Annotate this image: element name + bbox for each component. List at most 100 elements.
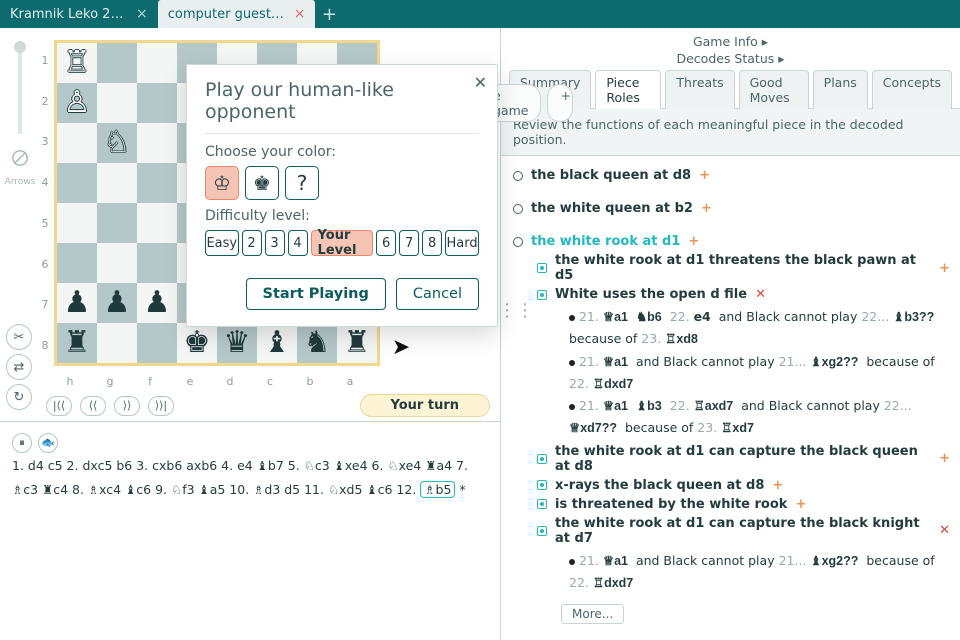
modal-title: Play our human-like opponent: [205, 79, 479, 134]
square-g8[interactable]: [97, 323, 137, 363]
difficulty-3[interactable]: 3: [265, 230, 285, 256]
difficulty-easy[interactable]: Easy: [205, 230, 239, 256]
square-g5[interactable]: [97, 203, 137, 243]
expand-icon[interactable]: +: [699, 168, 710, 183]
expand-icon[interactable]: +: [688, 234, 699, 249]
arrows-label: Arrows: [5, 178, 36, 187]
nav-first[interactable]: |⟨⟨: [46, 396, 72, 416]
expand-icon[interactable]: +: [772, 478, 783, 493]
tab-concepts[interactable]: Concepts: [872, 70, 952, 109]
piece-roles-tree[interactable]: the black queen at d8 + the white queen …: [501, 156, 960, 640]
fish-icon[interactable]: 🐟: [38, 433, 58, 453]
tab-plans[interactable]: Plans: [813, 70, 868, 109]
square-h6[interactable]: [57, 243, 97, 283]
square-g6[interactable]: [97, 243, 137, 283]
expand-icon[interactable]: +: [939, 451, 950, 466]
nav-prev[interactable]: ⟨⟨: [80, 396, 106, 416]
nav-last[interactable]: ⟩⟩|: [148, 396, 174, 416]
add-tab-button[interactable]: +: [315, 0, 343, 28]
column-resize-handle[interactable]: ⋮⋮: [498, 300, 534, 321]
close-icon[interactable]: ✕: [474, 73, 487, 92]
difficulty-4[interactable]: 4: [288, 230, 308, 256]
moves-text: 1. d4 c5 2. dxc5 b6 3. cxb6 axb6 4. e4 ♝…: [12, 458, 468, 497]
current-move[interactable]: ♗b5: [420, 481, 455, 498]
collapse-icon[interactable]: ✕: [939, 523, 950, 538]
square-f3[interactable]: [137, 123, 177, 163]
no-arrows-icon[interactable]: [8, 146, 32, 170]
node-open-d-file[interactable]: White uses the open d file: [555, 287, 747, 302]
square-h2[interactable]: ♙: [57, 83, 97, 123]
variation-line: 21. ♕a1 and Black cannot play 21... ♝xg2…: [569, 550, 950, 595]
node-threatens-d5[interactable]: the white rook at d1 threatens the black…: [555, 253, 931, 283]
node-xrays-queen[interactable]: x-rays the black queen at d8: [555, 478, 764, 493]
square-h4[interactable]: [57, 163, 97, 203]
collapse-icon[interactable]: ✕: [755, 287, 766, 302]
start-playing-button[interactable]: Start Playing: [246, 278, 386, 310]
decodes-status-link[interactable]: Decodes Status ▸: [676, 51, 784, 66]
square-g2[interactable]: [97, 83, 137, 123]
expand-icon[interactable]: +: [939, 261, 950, 276]
color-random[interactable]: ?: [285, 166, 319, 200]
pause-icon[interactable]: ⏸: [12, 433, 32, 453]
square-g4[interactable]: [97, 163, 137, 203]
right-header: Game Info ▸ Decodes Status ▸: [501, 28, 960, 70]
tab-piece-roles[interactable]: Piece Roles: [595, 70, 661, 109]
node-capture-queen[interactable]: the white rook at d1 can capture the bla…: [555, 444, 931, 474]
square-f1[interactable]: [137, 43, 177, 83]
node-white-rook-d1[interactable]: the white rook at d1: [531, 234, 680, 249]
cursor-icon: ➤: [392, 335, 410, 360]
square-f2[interactable]: [137, 83, 177, 123]
color-white[interactable]: ♔: [205, 166, 239, 200]
tab-threats[interactable]: Threats: [665, 70, 734, 109]
square-d8[interactable]: ♛: [217, 323, 257, 363]
tab-good-moves[interactable]: Good Moves: [739, 70, 809, 109]
square-b8[interactable]: ♞: [297, 323, 337, 363]
difficulty-your-level[interactable]: Your Level: [311, 230, 374, 256]
expand-icon[interactable]: +: [795, 497, 806, 512]
difficulty-6[interactable]: 6: [376, 230, 396, 256]
difficulty-hard[interactable]: Hard: [445, 230, 479, 256]
square-e8[interactable]: ♚: [177, 323, 217, 363]
difficulty-2[interactable]: 2: [242, 230, 262, 256]
close-icon[interactable]: ×: [136, 7, 148, 21]
square-a8[interactable]: ♜: [337, 323, 377, 363]
tab-kramnik[interactable]: Kramnik Leko 2001 ×: [0, 0, 158, 28]
node-threatened[interactable]: is threatened by the white rook: [555, 497, 787, 512]
game-info-link[interactable]: Game Info ▸: [693, 34, 768, 49]
square-h1[interactable]: ♖: [57, 43, 97, 83]
square-h5[interactable]: [57, 203, 97, 243]
color-black[interactable]: ♚: [245, 166, 279, 200]
more-button[interactable]: More...: [561, 604, 624, 624]
square-g3[interactable]: ♘: [97, 123, 137, 163]
square-f6[interactable]: [137, 243, 177, 283]
cancel-button[interactable]: Cancel: [396, 278, 479, 310]
move-list[interactable]: ⏸ 🐟 1. d4 c5 2. dxc5 b6 3. cxb6 axb6 4. e…: [0, 421, 500, 640]
square-f5[interactable]: [137, 203, 177, 243]
square-h7[interactable]: ♟: [57, 283, 97, 323]
tab-computer-guest[interactable]: computer guest 2021.0… ×: [158, 0, 316, 28]
square-f8[interactable]: [137, 323, 177, 363]
tool-swap[interactable]: ⇄: [6, 354, 32, 380]
board-size-slider[interactable]: [18, 44, 22, 134]
square-g7[interactable]: ♟: [97, 283, 137, 323]
difficulty-7[interactable]: 7: [399, 230, 419, 256]
square-c8[interactable]: ♝: [257, 323, 297, 363]
close-icon[interactable]: ×: [294, 7, 306, 21]
tool-scissors[interactable]: ✂: [6, 324, 32, 350]
tool-refresh[interactable]: ↻: [6, 384, 32, 410]
expand-icon[interactable]: +: [701, 201, 712, 216]
pill-plus[interactable]: +: [547, 84, 573, 122]
node-black-queen[interactable]: the black queen at d8: [531, 168, 691, 183]
tab-bar: Kramnik Leko 2001 × computer guest 2021.…: [0, 0, 960, 28]
square-f4[interactable]: [137, 163, 177, 203]
node-capture-knight[interactable]: the white rook at d1 can capture the bla…: [555, 516, 931, 546]
node-white-queen[interactable]: the white queen at b2: [531, 201, 693, 216]
difficulty-8[interactable]: 8: [422, 230, 442, 256]
square-h3[interactable]: [57, 123, 97, 163]
play-opponent-modal: ✕ Play our human-like opponent Choose yo…: [186, 64, 498, 327]
difficulty-label: Difficulty level:: [205, 208, 479, 224]
square-f7[interactable]: ♟: [137, 283, 177, 323]
nav-next[interactable]: ⟩⟩: [114, 396, 140, 416]
square-h8[interactable]: ♜: [57, 323, 97, 363]
square-g1[interactable]: [97, 43, 137, 83]
